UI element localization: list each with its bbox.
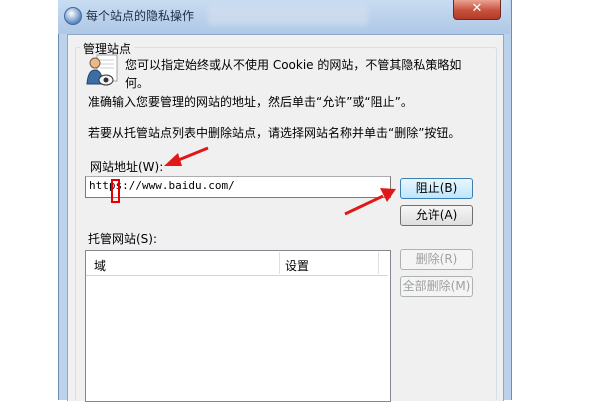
annotation-arrows <box>164 146 396 216</box>
arrow-to-address-label-icon <box>164 146 209 166</box>
arrow-to-block-button-icon <box>344 188 396 216</box>
